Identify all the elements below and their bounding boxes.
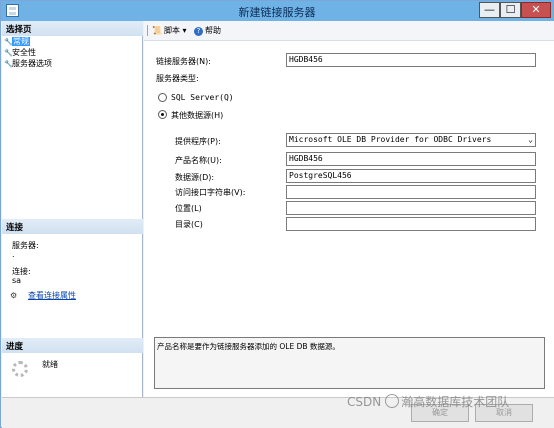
product-name-input[interactable]: HGDB456 [286, 152, 536, 166]
provider-select-value: Microsoft OLE DB Provider for ODBC Drive… [289, 135, 492, 144]
location-label: 位置(L) [175, 204, 202, 213]
nav-item-label: 服务器选项 [12, 59, 52, 68]
radio-other-data-source-label: 其他数据源(H) [171, 111, 224, 120]
description-box: 产品名称是要作为链接服务器添加的 OLE DB 数据源。 [154, 337, 545, 389]
server-label: 服务器: [12, 241, 39, 250]
toolbar: 📜 脚本 ▾ ? 帮助 [144, 21, 554, 41]
catalog-label: 目录(C) [175, 220, 203, 229]
toolbar-separator [147, 25, 148, 36]
watermark: CSDN 瀚高数据库技术团队 [347, 393, 509, 410]
nav-item-label: 常规 [12, 37, 30, 46]
select-page-header: 选择页 [2, 21, 143, 36]
nav-item-general[interactable]: 🔧常规 [4, 36, 30, 47]
maximize-button[interactable]: ☐ [500, 2, 521, 18]
close-button[interactable]: ✕ [521, 2, 551, 18]
linked-server-input[interactable]: HGDB456 [286, 53, 536, 67]
provider-string-label: 访问接口字符串(V): [175, 188, 246, 197]
server-value: . [12, 250, 15, 259]
watermark-csdn: CSDN [347, 395, 382, 409]
radio-other-data-source[interactable] [158, 110, 167, 119]
progress-spinner-icon [12, 361, 28, 377]
radio-sql-server-label: SQL Server(Q) [171, 93, 234, 102]
help-icon: ? [194, 27, 203, 36]
nav-item-security[interactable]: 🔧安全性 [4, 47, 36, 58]
title-bar: 新建链接服务器 — ☐ ✕ [1, 1, 553, 21]
script-dropdown-arrow-icon[interactable]: ▾ [183, 26, 187, 35]
script-icon: 📜 [152, 26, 162, 35]
script-label: 脚本 [163, 26, 180, 35]
location-input[interactable] [286, 201, 536, 215]
watermark-text: 瀚高数据库技术团队 [401, 395, 510, 409]
help-button[interactable]: ? 帮助 [194, 25, 221, 36]
chevron-down-icon[interactable]: ⌄ [528, 134, 533, 146]
nav-item-label: 安全性 [12, 48, 36, 57]
nav-item-server-options[interactable]: 🔧服务器选项 [4, 58, 52, 69]
minimize-button[interactable]: — [479, 2, 500, 18]
provider-label: 提供程序(P): [175, 137, 221, 146]
connection-value: sa [12, 276, 22, 285]
linked-server-label: 链接服务器(N): [156, 57, 211, 66]
connection-properties-icon: ⚙ [10, 291, 18, 300]
window-title: 新建链接服务器 [238, 6, 316, 19]
help-label: 帮助 [205, 26, 221, 35]
wrench-icon: 🔧 [4, 60, 13, 68]
progress-status: 就绪 [42, 360, 58, 369]
data-source-label: 数据源(D): [175, 173, 215, 182]
watermark-logo-icon [385, 394, 400, 408]
script-button[interactable]: 📜 脚本 ▾ [152, 25, 187, 36]
data-source-input[interactable]: PostgreSQL456 [286, 169, 536, 183]
provider-select[interactable]: Microsoft OLE DB Provider for ODBC Drive… [286, 133, 536, 147]
radio-sql-server[interactable] [158, 93, 167, 102]
dialog-window: 新建链接服务器 — ☐ ✕ 选择页 🔧常规 🔧安全性 🔧服务器选项 连接 服务器… [0, 0, 554, 428]
server-type-label: 服务器类型: [156, 74, 199, 83]
view-connection-properties-link[interactable]: 查看连接属性 [28, 290, 76, 301]
product-name-label: 产品名称(U): [175, 156, 222, 165]
catalog-input[interactable] [286, 217, 536, 231]
left-pane: 选择页 🔧常规 🔧安全性 🔧服务器选项 连接 服务器: . 连接: sa ⚙ 查… [2, 21, 143, 397]
progress-header: 进度 [2, 338, 143, 353]
connection-header: 连接 [2, 219, 143, 234]
provider-string-input[interactable] [286, 185, 536, 199]
